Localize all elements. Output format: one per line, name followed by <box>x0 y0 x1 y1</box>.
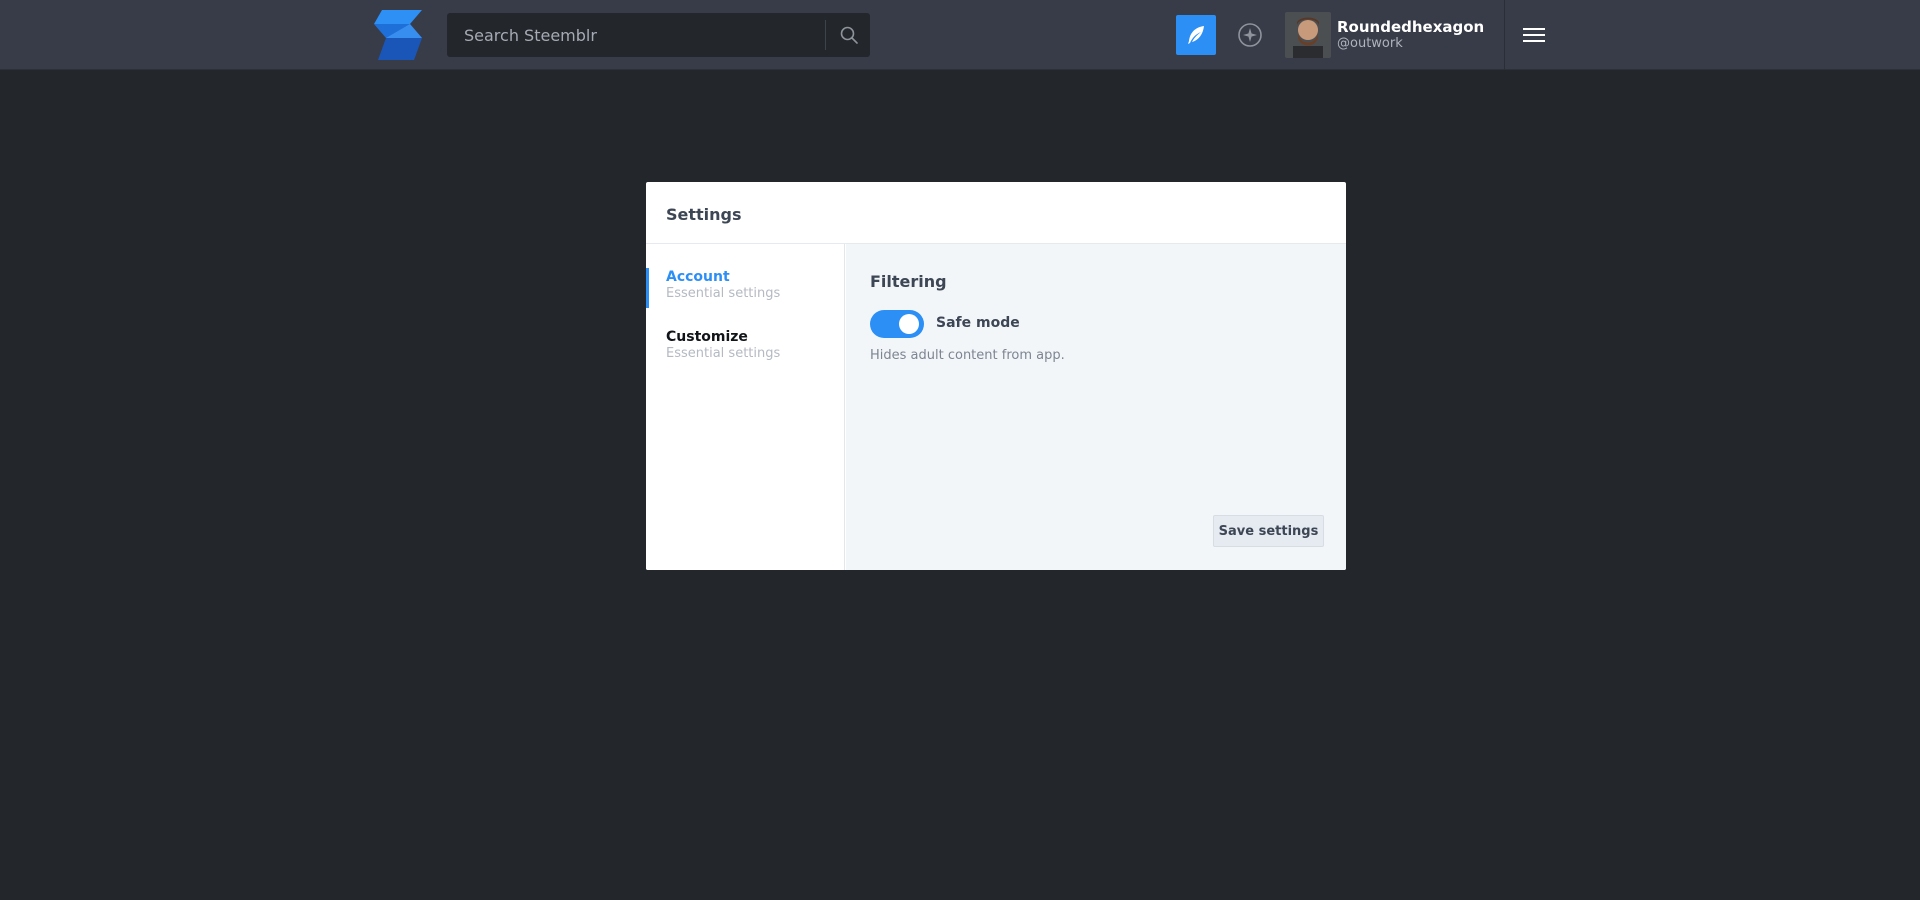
settings-nav-account[interactable]: Account Essential settings <box>646 268 845 310</box>
safe-mode-label: Safe mode <box>936 315 1020 331</box>
steemblr-logo-icon[interactable] <box>374 10 422 60</box>
search-divider <box>825 20 826 50</box>
settings-content: Filtering Safe mode Hides adult content … <box>846 244 1346 570</box>
active-indicator <box>646 268 649 308</box>
settings-header: Settings <box>646 182 1346 244</box>
explore-button[interactable] <box>1236 21 1264 49</box>
feather-icon <box>1188 26 1204 44</box>
user-handle: @outwork <box>1337 36 1403 51</box>
user-profile-menu[interactable]: Roundedhexagon @outwork <box>1285 12 1485 58</box>
search-icon <box>840 26 858 44</box>
compose-post-button[interactable] <box>1176 15 1216 55</box>
compass-icon <box>1238 23 1262 47</box>
toggle-knob <box>899 314 919 334</box>
settings-sidebar: Account Essential settings Customize Ess… <box>646 244 845 570</box>
settings-nav-label: Account <box>666 269 730 285</box>
hamburger-menu-icon <box>1523 28 1545 42</box>
search-input[interactable] <box>447 13 825 57</box>
settings-title: Settings <box>666 205 742 224</box>
settings-nav-sublabel: Essential settings <box>666 346 781 361</box>
top-navigation-bar: Roundedhexagon @outwork <box>0 0 1920 70</box>
search-bar <box>447 13 870 57</box>
search-button[interactable] <box>827 13 870 57</box>
settings-nav-customize[interactable]: Customize Essential settings <box>646 328 845 370</box>
safe-mode-help-text: Hides adult content from app. <box>870 348 1065 363</box>
save-settings-button[interactable]: Save settings <box>1213 515 1324 547</box>
settings-dialog: Settings Account Essential settings Cust… <box>646 182 1346 570</box>
user-display-name: Roundedhexagon <box>1337 18 1485 36</box>
safe-mode-toggle[interactable] <box>870 310 924 338</box>
settings-nav-sublabel: Essential settings <box>666 286 781 301</box>
main-menu-button[interactable] <box>1505 0 1563 70</box>
avatar <box>1285 12 1331 58</box>
section-title: Filtering <box>870 272 947 291</box>
settings-nav-label: Customize <box>666 329 748 345</box>
